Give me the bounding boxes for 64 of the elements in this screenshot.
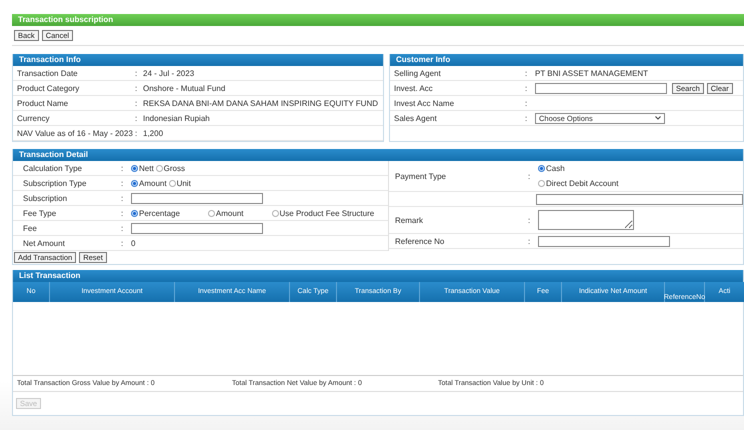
radio-option[interactable]: Amount — [131, 178, 167, 188]
radio-option[interactable]: Unit — [168, 178, 191, 188]
radio-option[interactable]: Gross — [156, 164, 186, 172]
input-field[interactable] — [538, 236, 670, 246]
panel-title: Transaction Info — [13, 54, 383, 66]
field-value: 1,200 — [143, 128, 164, 138]
field-label: Fee Type — [23, 208, 58, 218]
input-field[interactable] — [535, 82, 667, 94]
field-label: Subscription Type — [23, 178, 88, 188]
radio-option[interactable]: Direct Debit Account — [538, 179, 741, 188]
field-value: Indonesian Rupiah — [143, 114, 211, 122]
separator: : — [528, 236, 532, 246]
separator: : — [528, 172, 532, 180]
field-label: Calculation Type — [23, 164, 83, 172]
field-label: Invest Acc Name — [394, 98, 456, 108]
field-label: Fee — [23, 224, 38, 232]
radio-option[interactable]: Percentage — [131, 208, 180, 218]
field-label: Invest. Acc — [394, 84, 434, 92]
field-value: 24 - Jul - 2023 — [143, 68, 196, 78]
field-label: Product Category — [17, 84, 80, 92]
separator: : — [135, 68, 138, 78]
field-value: 0 — [131, 238, 136, 248]
separator: : — [121, 208, 124, 218]
radio-option[interactable]: Use Product Fee Structure — [272, 208, 374, 218]
field-label: Transaction Date — [17, 68, 79, 78]
separator: : — [121, 178, 124, 188]
separator: : — [525, 98, 528, 108]
radio-option[interactable]: Nett — [131, 164, 154, 172]
separator: : — [121, 164, 124, 172]
separator: : — [135, 98, 138, 108]
separator: : — [525, 114, 528, 122]
input-field[interactable] — [131, 222, 263, 234]
field-value: REKSA DANA BNI-AM DANA SAHAM INSPIRING EQUITY FUND — [143, 98, 380, 108]
input-field[interactable] — [536, 194, 743, 204]
separator: : — [121, 194, 124, 202]
field-label: Remark — [395, 216, 424, 224]
field-label: Sales Agent — [394, 114, 438, 122]
field-label: Net Amount — [23, 238, 66, 248]
radio-option[interactable]: Amount — [208, 208, 244, 218]
field-label: Payment Type — [395, 172, 447, 180]
panel-title: List Transaction — [13, 270, 743, 282]
separator: : — [525, 68, 528, 78]
panel-title: Transaction Detail — [13, 149, 743, 161]
field-label: Product Name — [17, 98, 70, 108]
separator: : — [121, 238, 124, 248]
separator: : — [525, 84, 528, 92]
field-value: Onshore - Mutual Fund — [143, 84, 226, 92]
field-label: Currency — [17, 114, 50, 122]
input-field[interactable] — [131, 192, 263, 204]
chevron-icon — [655, 116, 661, 120]
field-value: PT BNI ASSET MANAGEMENT — [535, 68, 650, 78]
radio-option[interactable]: Cash — [538, 164, 741, 173]
separator: : — [135, 114, 138, 122]
page-title: Transaction subscription — [12, 14, 744, 26]
field-label: NAV Value as of 16 - May - 2023 — [17, 128, 134, 138]
separator: : — [135, 84, 138, 92]
separator: : — [528, 216, 532, 224]
remark-field[interactable] — [538, 210, 634, 230]
field-label: Selling Agent — [394, 68, 442, 78]
field-label: Subscription — [23, 194, 68, 202]
separator: : — [121, 224, 124, 232]
field-label: Reference No — [395, 236, 446, 246]
separator: : — [135, 128, 138, 138]
panel-title: Customer Info — [390, 54, 743, 66]
